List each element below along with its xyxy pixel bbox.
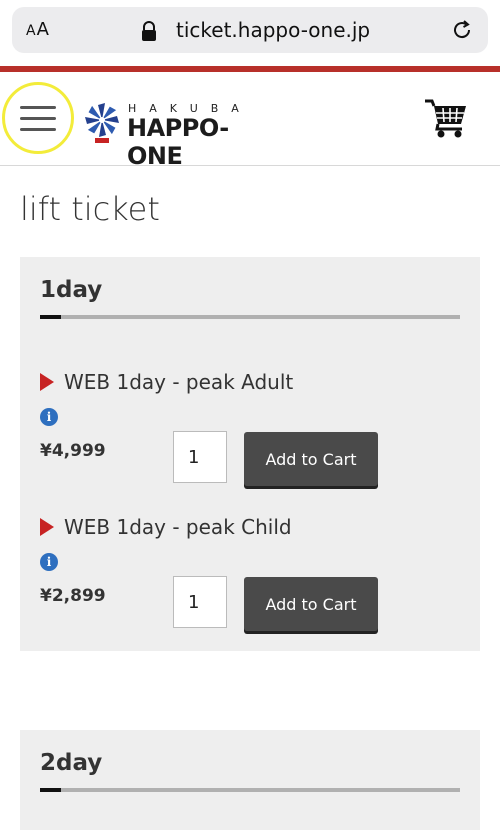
- happo-one-logo[interactable]: HAKUBA HAPPO-ONE: [82, 100, 268, 170]
- site-header: HAKUBA HAPPO-ONE: [0, 72, 500, 170]
- product-price: ¥2,899: [40, 586, 106, 606]
- hamburger-menu-icon[interactable]: [20, 106, 56, 132]
- section-progress-bar: [40, 788, 460, 792]
- product-name[interactable]: WEB 1day - peak Adult: [40, 370, 293, 394]
- product-price: ¥4,999: [40, 441, 106, 461]
- lock-icon: [142, 21, 156, 41]
- info-icon[interactable]: i: [40, 553, 58, 571]
- section-title: 2day: [40, 750, 103, 776]
- section-title: 1day: [40, 277, 103, 303]
- info-icon[interactable]: i: [40, 408, 58, 426]
- quantity-input[interactable]: [173, 431, 227, 483]
- red-triangle-bullet-icon: [40, 373, 54, 391]
- text-size-large-label: A: [36, 19, 50, 40]
- logo-flower-icon: [85, 103, 119, 143]
- reload-icon[interactable]: [450, 18, 474, 42]
- logo-happo-one-text: HAPPO-ONE: [127, 114, 229, 170]
- browser-toolbar: AA ticket.happo-one.jp: [0, 0, 500, 66]
- product-name-text: WEB 1day - peak Child: [64, 515, 292, 539]
- url-text[interactable]: ticket.happo-one.jp: [176, 18, 370, 42]
- red-triangle-bullet-icon: [40, 518, 54, 536]
- text-size-small-label: A: [26, 23, 37, 39]
- section-progress-bar: [40, 315, 460, 319]
- quantity-input[interactable]: [173, 576, 227, 628]
- product-name-text: WEB 1day - peak Adult: [64, 370, 294, 394]
- add-to-cart-button[interactable]: Add to Cart: [244, 432, 378, 486]
- text-size-button[interactable]: AA: [26, 19, 50, 40]
- product-name[interactable]: WEB 1day - peak Child: [40, 515, 292, 539]
- shopping-cart-icon[interactable]: [424, 98, 468, 138]
- add-to-cart-button[interactable]: Add to Cart: [244, 577, 378, 631]
- address-bar[interactable]: AA ticket.happo-one.jp: [12, 7, 488, 53]
- page-title: lift ticket: [20, 190, 160, 228]
- ticket-section-2day: 2day: [20, 730, 480, 830]
- ticket-section-1day: 1day WEB 1day - peak Adult i ¥4,999 Add …: [20, 257, 480, 651]
- section-progress-fill: [40, 788, 61, 792]
- section-progress-fill: [40, 315, 61, 319]
